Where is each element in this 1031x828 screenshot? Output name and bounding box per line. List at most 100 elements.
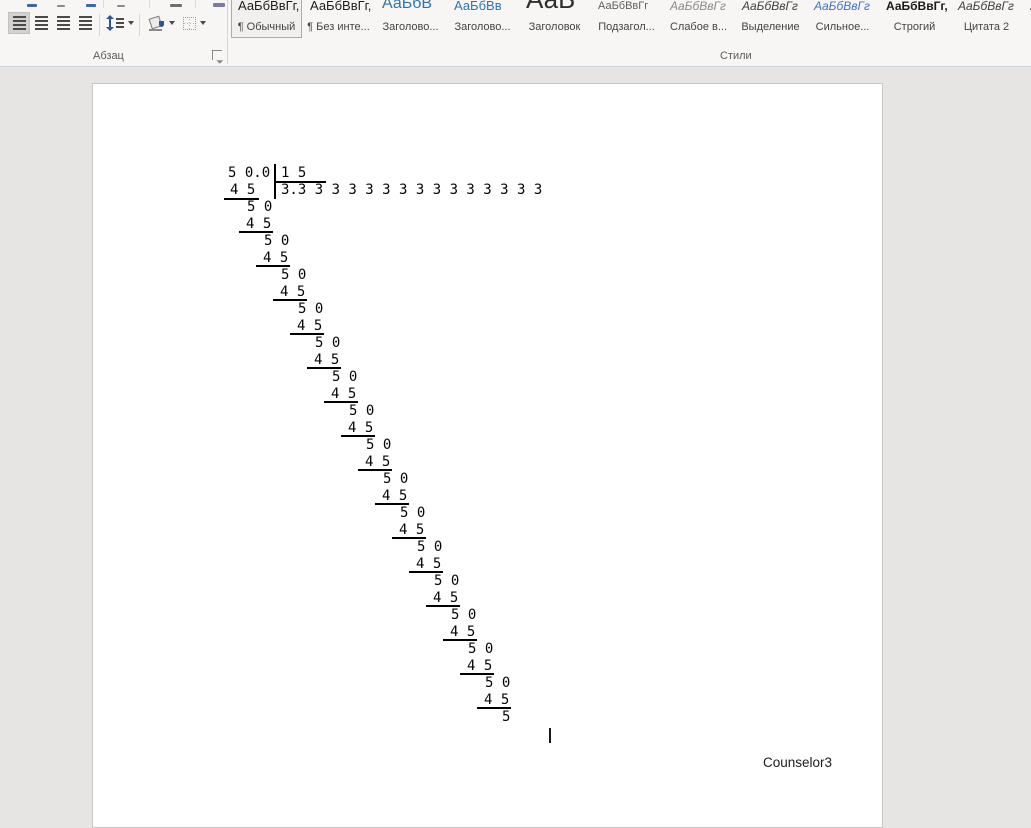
cut-off-button-fragment bbox=[213, 3, 225, 7]
group-separator bbox=[227, 0, 228, 64]
style-preview-text: АаБ bbox=[526, 0, 575, 12]
divider bbox=[99, 14, 100, 36]
line-spacing-button[interactable] bbox=[104, 12, 135, 34]
cut-off-button-fragment bbox=[170, 4, 182, 7]
style-item-слабое-в-[interactable]: АаБбВвГг Слабое в... bbox=[663, 0, 734, 38]
minuend: 5 0 bbox=[247, 199, 272, 216]
shading-bucket-icon bbox=[148, 16, 164, 31]
styles-gallery: АаБбВвГг, ¶ Обычный АаБбВвГг, ¶ Без инте...… bbox=[231, 0, 1031, 38]
style-preview: АаБбВвГг, bbox=[880, 0, 949, 15]
align-left-icon bbox=[13, 16, 26, 30]
line-spacing-icon bbox=[105, 16, 113, 30]
cut-off-button-fragment bbox=[86, 4, 96, 7]
style-item-заголово-[interactable]: АаБбВ Заголово... bbox=[375, 0, 446, 38]
style-preview-text: АаБбВвГг bbox=[742, 0, 798, 12]
style-preview-text: АаБбВвГг bbox=[958, 0, 1014, 12]
dividend: 5 0.0 bbox=[228, 165, 270, 182]
line-spacing-bars bbox=[116, 18, 124, 28]
style-item-заголово-[interactable]: АаБбВв Заголово... bbox=[447, 0, 518, 38]
style-label: Сильное... bbox=[808, 21, 877, 33]
minuend: 5 0 bbox=[281, 267, 306, 284]
style-preview: АаБбВв bbox=[448, 0, 517, 15]
align-center-icon bbox=[35, 16, 48, 30]
signature-text: Counselor3 bbox=[763, 755, 832, 770]
minuend: 5 0 bbox=[264, 233, 289, 250]
style-preview-text: АаБбВв bbox=[454, 0, 502, 12]
styles-group-label: Стили bbox=[720, 50, 752, 62]
borders-button[interactable] bbox=[179, 12, 210, 34]
borders-icon bbox=[183, 17, 196, 30]
style-preview: АаБбВвГг, bbox=[232, 0, 301, 15]
style-item-cutoff[interactable]: АаБбВвГг bbox=[1023, 0, 1031, 38]
style-label: ¶ Обычный bbox=[232, 21, 301, 33]
style-preview: АаБбВ bbox=[376, 0, 445, 15]
style-preview: АаБбВвГг, bbox=[304, 0, 373, 15]
justify-button[interactable] bbox=[74, 12, 96, 34]
style-label: Выделение bbox=[736, 21, 805, 33]
style-preview-text: АаБбВвГг, bbox=[310, 0, 371, 12]
minuend: 5 0 bbox=[349, 403, 374, 420]
style-preview-text: АаБбВвГг bbox=[670, 0, 726, 12]
style-preview: АаБбВвГг bbox=[1024, 0, 1031, 15]
style-preview: АаБбВвГг bbox=[952, 0, 1021, 15]
style-item-подзагол-[interactable]: АаБбВвГг Подзагол... bbox=[591, 0, 662, 38]
align-left-button[interactable] bbox=[8, 12, 30, 34]
style-label: Слабое в... bbox=[664, 21, 733, 33]
style-preview: АаБ bbox=[520, 0, 589, 15]
minuend: 5 0 bbox=[315, 335, 340, 352]
chevron-down-icon bbox=[169, 21, 175, 25]
document-page[interactable]: 5 0.01 54 53.3 3 3 3 3 3 3 3 3 3 3 3 3 3… bbox=[92, 83, 883, 828]
style-item--без-инте-[interactable]: АаБбВвГг, ¶ Без инте... bbox=[303, 0, 374, 38]
style-label: Строгий bbox=[880, 21, 949, 33]
style-preview: АаБбВвГг bbox=[592, 0, 661, 15]
cut-off-button-fragment bbox=[27, 4, 37, 7]
style-label: Заголовок bbox=[520, 21, 589, 33]
chevron-down-icon bbox=[200, 21, 206, 25]
divider bbox=[149, 0, 150, 8]
remainder: 5 bbox=[502, 709, 510, 726]
minuend: 5 0 bbox=[366, 437, 391, 454]
style-label: Заголово... bbox=[448, 21, 517, 33]
minuend: 5 0 bbox=[485, 675, 510, 692]
align-center-button[interactable] bbox=[30, 12, 52, 34]
style-item-выделение[interactable]: АаБбВвГг Выделение bbox=[735, 0, 806, 38]
minuend: 5 0 bbox=[434, 573, 459, 590]
style-preview-text: АаБбВвГг, bbox=[238, 0, 299, 12]
style-item--обычный[interactable]: АаБбВвГг, ¶ Обычный bbox=[231, 0, 302, 38]
divider bbox=[195, 0, 196, 8]
style-preview-text: АаБбВвГг bbox=[598, 1, 648, 12]
style-preview-text: АаБбВвГг bbox=[814, 0, 870, 12]
divider bbox=[139, 14, 140, 36]
style-item-строгий[interactable]: АаБбВвГг, Строгий bbox=[879, 0, 950, 38]
align-right-button[interactable] bbox=[52, 12, 74, 34]
justify-icon bbox=[79, 16, 92, 30]
cut-off-button-fragment bbox=[57, 5, 65, 7]
minuend: 5 0 bbox=[383, 471, 408, 488]
subtrahend: 4 5 bbox=[230, 182, 255, 199]
text-cursor bbox=[549, 728, 551, 743]
minuend: 5 0 bbox=[468, 641, 493, 658]
style-label: Заголово... bbox=[376, 21, 445, 33]
shading-button[interactable] bbox=[145, 12, 177, 34]
minuend: 5 0 bbox=[451, 607, 476, 624]
style-preview: АаБбВвГг bbox=[808, 0, 877, 15]
minuend: 5 0 bbox=[298, 301, 323, 318]
style-item-заголовок[interactable]: АаБ Заголовок bbox=[519, 0, 590, 38]
paragraph-dialog-launcher-icon[interactable] bbox=[212, 50, 222, 60]
style-label: Подзагол... bbox=[592, 21, 661, 33]
style-preview-text: АаБбВвГг, bbox=[886, 0, 948, 12]
chevron-down-icon bbox=[128, 21, 134, 25]
align-right-icon bbox=[57, 16, 70, 30]
minuend: 5 0 bbox=[332, 369, 357, 386]
style-label: Цитата 2 bbox=[952, 21, 1021, 33]
style-label: ¶ Без инте... bbox=[304, 21, 373, 33]
minuend: 5 0 bbox=[400, 505, 425, 522]
style-preview: АаБбВвГг bbox=[736, 0, 805, 15]
divider bbox=[103, 0, 104, 8]
style-item-сильное-[interactable]: АаБбВвГг Сильное... bbox=[807, 0, 878, 38]
minuend: 5 0 bbox=[417, 539, 442, 556]
style-item-цитата-2[interactable]: АаБбВвГг Цитата 2 bbox=[951, 0, 1022, 38]
paragraph-group-label: Абзац bbox=[93, 50, 124, 62]
cut-off-button-fragment bbox=[117, 5, 125, 7]
ribbon: Абзац АаБбВвГг, ¶ Обычный АаБбВвГг, ¶ Без и… bbox=[0, 0, 1031, 67]
